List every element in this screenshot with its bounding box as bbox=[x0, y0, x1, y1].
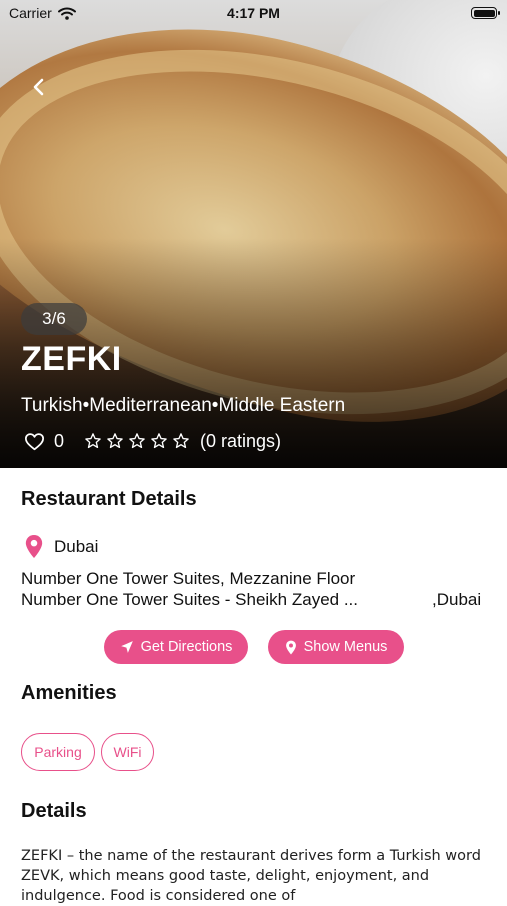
battery-icon bbox=[471, 7, 500, 19]
show-menus-button[interactable]: Show Menus bbox=[268, 630, 404, 664]
heart-icon[interactable] bbox=[24, 432, 45, 451]
star-rating bbox=[84, 432, 190, 450]
star-icon bbox=[173, 433, 189, 449]
restaurant-name: ZEFKI bbox=[21, 340, 122, 378]
status-time: 4:17 PM bbox=[227, 5, 280, 21]
star-icon bbox=[129, 433, 145, 449]
details-description: ZEFKI – the name of the restaurant deriv… bbox=[21, 848, 481, 904]
star-icon bbox=[107, 433, 123, 449]
amenity-chip-parking[interactable]: Parking bbox=[21, 733, 95, 771]
restaurant-details-heading: Restaurant Details bbox=[21, 488, 197, 510]
chevron-left-icon bbox=[33, 78, 44, 96]
show-menus-label: Show Menus bbox=[303, 639, 388, 655]
map-pin-icon bbox=[25, 534, 43, 559]
amenity-chip-wifi[interactable]: WiFi bbox=[101, 733, 154, 771]
get-directions-button[interactable]: Get Directions bbox=[104, 630, 248, 664]
star-icon bbox=[151, 433, 167, 449]
back-button[interactable] bbox=[24, 72, 54, 102]
amenities-heading: Amenities bbox=[21, 682, 117, 704]
address-line-1: Number One Tower Suites, Mezzanine Floor bbox=[21, 569, 356, 588]
cuisine-list: Turkish•Mediterranean•Middle Eastern bbox=[21, 395, 345, 417]
address-line-2: Number One Tower Suites - Sheikh Zayed .… bbox=[21, 590, 359, 609]
map-pin-icon bbox=[285, 640, 296, 654]
get-directions-label: Get Directions bbox=[140, 639, 233, 655]
cuisine-tag: Turkish bbox=[21, 395, 83, 416]
likes-count: 0 bbox=[54, 430, 65, 451]
location-row: Dubai bbox=[24, 534, 98, 559]
image-counter-badge: 3/6 bbox=[21, 303, 87, 335]
details-heading: Details bbox=[21, 800, 87, 822]
address-city: ,Dubai bbox=[432, 590, 482, 609]
city-label: Dubai bbox=[54, 536, 99, 556]
cuisine-tag: Mediterranean bbox=[89, 395, 212, 416]
navigation-arrow-icon bbox=[120, 641, 133, 653]
cuisine-tag: Middle Eastern bbox=[218, 395, 346, 416]
ratings-count-label[interactable]: (0 ratings) bbox=[200, 431, 281, 452]
rating-row: 0 (0 ratings) bbox=[24, 429, 281, 453]
star-icon bbox=[85, 433, 101, 449]
status-bar: Carrier 4:17 PM bbox=[0, 0, 507, 28]
